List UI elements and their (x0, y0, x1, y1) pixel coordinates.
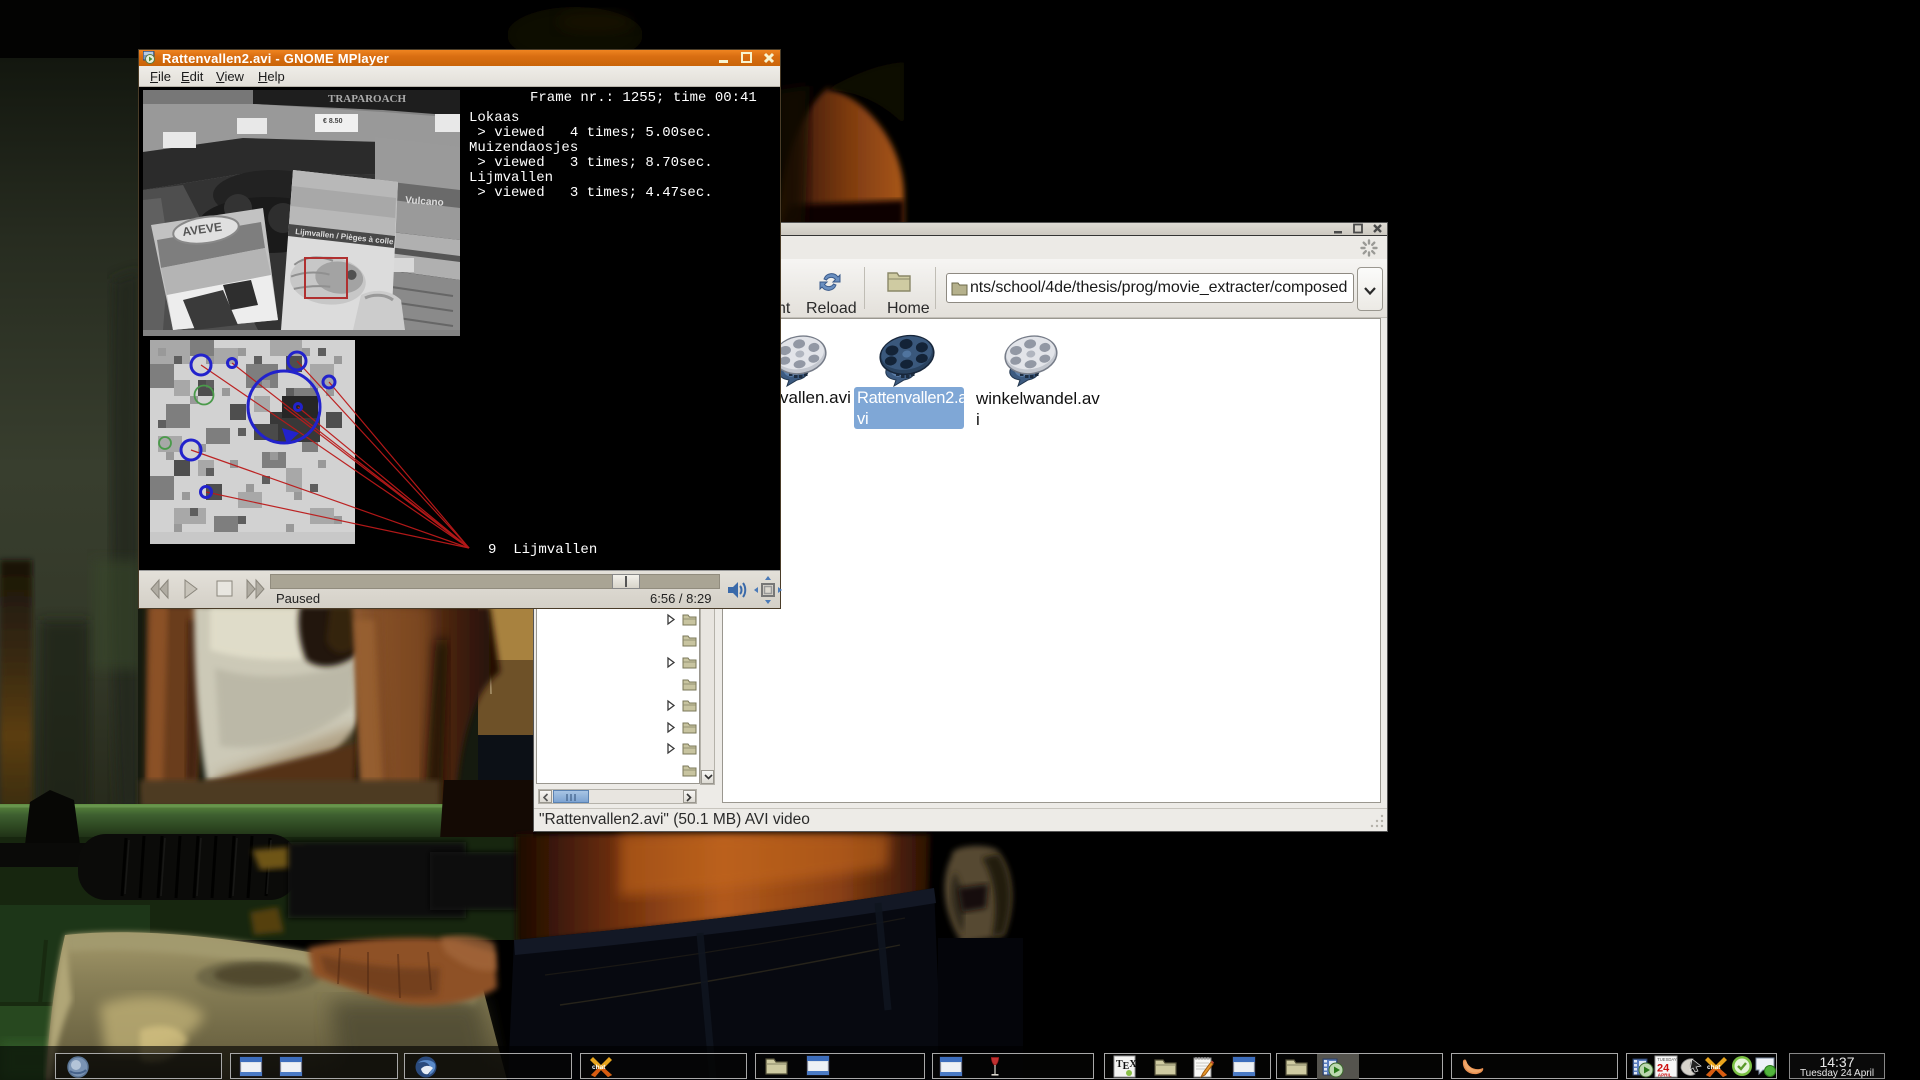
svg-text:APRIL: APRIL (1658, 1073, 1672, 1078)
svg-text:TUESDAY: TUESDAY (1657, 1057, 1677, 1062)
